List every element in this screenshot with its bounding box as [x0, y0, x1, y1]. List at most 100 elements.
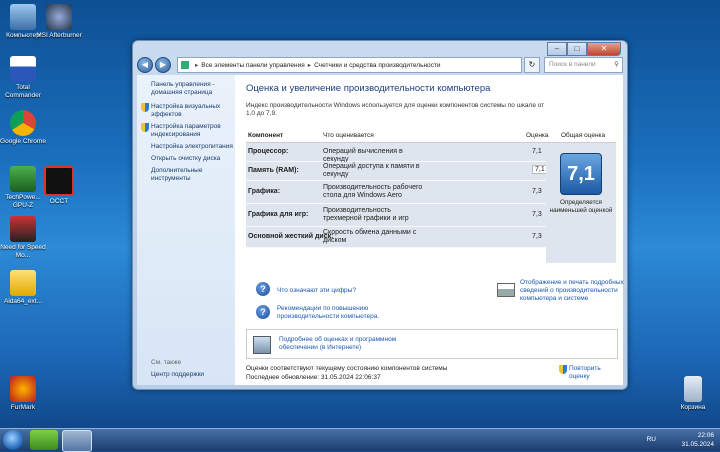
refresh-button[interactable]: ↻ — [524, 57, 540, 73]
status-text: Оценки соответствуют текущему состоянию … — [246, 365, 448, 372]
control-panel-icon — [181, 61, 189, 69]
chevron-icon: ▸ — [195, 62, 199, 69]
desktop-icon-total-commander[interactable]: Total Commander — [0, 56, 46, 100]
row-rated: Операций доступа к памяти в секунду — [323, 163, 420, 178]
desktop-icon-furmark[interactable]: FurMark — [0, 376, 46, 412]
printer-icon — [497, 283, 515, 297]
desktop-icon-label: Корзина — [680, 404, 706, 411]
header-rated: Что оценивается — [323, 132, 374, 139]
sidebar-link-indexing[interactable]: Настройка параметров индексирования — [151, 123, 235, 139]
furmark-icon — [10, 376, 36, 402]
online-info-box: Подробнее об оценках и программном обесп… — [246, 329, 618, 359]
desktop-icon-afterburner[interactable]: MSI Afterburner — [36, 4, 82, 40]
desktop-icon-label: Total Commander — [5, 84, 41, 99]
computer-icon — [10, 4, 36, 30]
minimize-button[interactable]: – — [547, 42, 567, 56]
row-rated: Производительность рабочего стола для Wi… — [323, 184, 423, 199]
desktop-icon-label: Aida64_ext... — [4, 298, 42, 305]
chrome-icon — [10, 110, 36, 136]
back-button[interactable]: ◀ — [137, 57, 153, 73]
desktop-icon-label: MSI Afterburner — [36, 32, 82, 39]
intro-text: Индекс производительности Windows исполь… — [246, 102, 545, 117]
header-score: Оценка — [526, 132, 549, 139]
sidebar-link-power[interactable]: Настройка электропитания — [151, 143, 235, 151]
navigation-bar: ◀ ▶ ▸ Все элементы панели управления ▸ С… — [137, 56, 623, 82]
row-score: 7,3 — [532, 211, 542, 218]
game-icon — [10, 216, 36, 242]
clock-date[interactable]: 31.05.2024 — [681, 440, 714, 449]
table-header: Компонент Что оценивается Оценка Общая о… — [246, 130, 616, 143]
header-base: Общая оценка — [561, 132, 606, 139]
shield-icon — [559, 365, 567, 374]
sidebar-home-link[interactable]: Панель управления - домашняя страница — [151, 81, 235, 97]
row-score: 7,3 — [532, 188, 542, 195]
desktop-icon-chrome[interactable]: Google Chrome — [0, 110, 46, 146]
search-icon: ⚲ — [614, 61, 619, 68]
desktop-icon-occt[interactable]: OCCT — [36, 166, 82, 206]
sidebar-link-disk-cleanup[interactable]: Открыть очистку диска — [151, 155, 235, 163]
row-component: Графика для игр: — [248, 211, 309, 218]
base-score-caption: Определяется наименьшей оценкой — [549, 199, 613, 214]
print-details-link[interactable]: Отображение и печать подробных сведений … — [520, 279, 630, 303]
utorrent-taskbar-button[interactable] — [30, 430, 58, 450]
control-panel-taskbar-button[interactable] — [62, 430, 92, 452]
row-component: Процессор: — [248, 148, 289, 155]
see-also-heading: См. также — [151, 359, 182, 366]
base-score-panel: 7,1 Определяется наименьшей оценкой — [546, 143, 616, 263]
floppy-icon — [10, 56, 36, 82]
performance-window: – □ ✕ ◀ ▶ ▸ Все элементы панели управлен… — [132, 40, 628, 390]
sidebar-link-visual-effects[interactable]: Настройка визуальных эффектов — [151, 103, 235, 119]
shield-icon — [141, 103, 149, 112]
start-button[interactable] — [3, 430, 23, 450]
address-bar[interactable]: ▸ Все элементы панели управления ▸ Счетч… — [177, 57, 522, 73]
row-rated: Скорость обмена данными с диском — [323, 229, 417, 244]
base-score-tile: 7,1 — [560, 153, 602, 195]
online-info-link[interactable]: Подробнее об оценках и программном обесп… — [279, 336, 419, 352]
recycle-bin-icon — [684, 376, 702, 402]
forward-button[interactable]: ▶ — [155, 57, 171, 73]
row-component: Память (RAM): — [248, 167, 299, 174]
desktop-icon-nfs[interactable]: Need for Speed Mo... — [0, 216, 46, 260]
taskbar: RU 22:06 31.05.2024 — [0, 428, 720, 452]
breadcrumb-root[interactable]: Все элементы панели управления — [201, 62, 305, 69]
main-content: Оценка и увеличение производительности к… — [235, 75, 624, 385]
last-update-text: Последнее обновление: 31.05.2024 22:06:3… — [246, 374, 381, 381]
breadcrumb-current[interactable]: Счетчики и средства производительности — [314, 62, 440, 69]
row-score: 7,3 — [532, 233, 542, 240]
clock-time[interactable]: 22:06 — [681, 431, 714, 440]
recommendations-link[interactable]: Рекомендации по повышению производительн… — [277, 305, 427, 321]
close-button[interactable]: ✕ — [587, 42, 621, 56]
rerun-assessment-link[interactable]: Повторить оценку — [569, 365, 623, 381]
sidebar: Панель управления - домашняя страница На… — [137, 75, 235, 385]
folder-icon — [10, 270, 36, 296]
what-mean-link[interactable]: Что означают эти цифры? — [277, 287, 356, 295]
window-controls: – □ ✕ — [547, 42, 621, 56]
row-score: 7,1 — [532, 148, 542, 155]
shield-icon — [141, 123, 149, 132]
maximize-button[interactable]: □ — [567, 42, 587, 56]
help-icon: ? — [256, 282, 270, 296]
desktop-icon-label: Google Chrome — [0, 138, 46, 145]
software-icon — [253, 336, 271, 354]
row-rated: Производительность трехмерной графики и … — [323, 207, 409, 222]
desktop-icon-aida[interactable]: Aida64_ext... — [0, 270, 46, 306]
chevron-icon: ▸ — [307, 62, 312, 69]
search-input[interactable]: Поиск в панели управления ⚲ — [544, 57, 623, 82]
row-rated: Операций вычисления в секунду — [323, 148, 403, 163]
desktop-icon-label: Компьютер — [6, 32, 40, 39]
system-tray: RU 22:06 31.05.2024 — [647, 431, 714, 449]
occt-icon — [44, 166, 74, 196]
help-icon: ? — [256, 305, 270, 319]
row-component: Основной жесткий диск: — [248, 233, 334, 240]
sidebar-link-tools[interactable]: Дополнительные инструменты — [151, 167, 235, 183]
desktop-icon-label: Need for Speed Mo... — [0, 244, 46, 259]
afterburner-icon — [46, 4, 72, 30]
gpuz-icon — [10, 166, 36, 192]
page-title: Оценка и увеличение производительности к… — [246, 83, 491, 94]
desktop-icon-recycle-bin[interactable]: Корзина — [670, 376, 716, 412]
desktop-icon-label: FurMark — [10, 404, 36, 411]
row-component: Графика: — [248, 188, 281, 195]
header-component: Компонент — [248, 132, 284, 139]
sidebar-link-action-center[interactable]: Центр поддержки — [151, 371, 235, 379]
language-indicator[interactable]: RU — [647, 435, 656, 444]
